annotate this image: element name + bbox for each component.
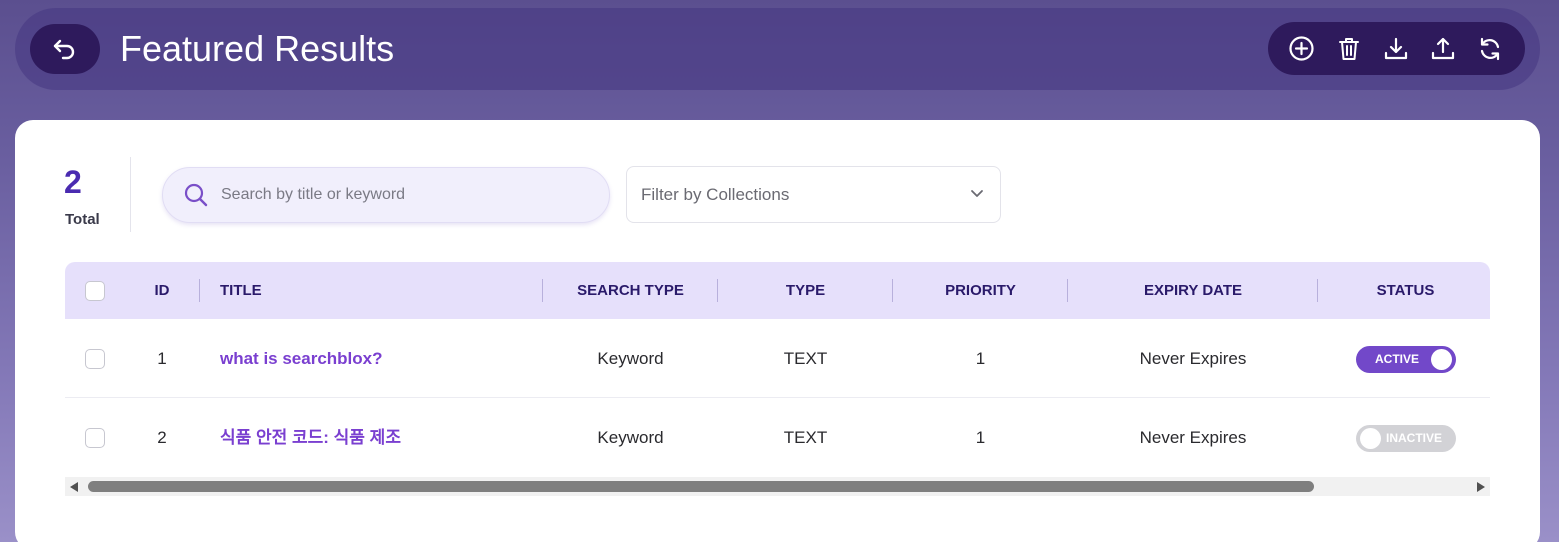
status-toggle-label: INACTIVE xyxy=(1386,431,1443,445)
table-row: 1 what is searchblox? Keyword TEXT 1 Nev… xyxy=(65,319,1490,398)
download-button[interactable] xyxy=(1382,35,1409,62)
delete-button[interactable] xyxy=(1335,35,1362,62)
column-header-search-type[interactable]: SEARCH TYPE xyxy=(543,262,718,319)
upload-button[interactable] xyxy=(1429,35,1456,62)
column-header-status[interactable]: STATUS xyxy=(1318,262,1493,319)
column-header-type[interactable]: TYPE xyxy=(718,262,893,319)
collection-filter-select[interactable]: Filter by Collections xyxy=(626,166,1001,223)
filter-placeholder: Filter by Collections xyxy=(641,184,790,204)
chevron-down-icon xyxy=(971,190,983,197)
row-expiry-date: Never Expires xyxy=(1139,428,1247,447)
horizontal-scrollbar[interactable] xyxy=(65,477,1490,496)
back-button[interactable] xyxy=(30,24,100,74)
table-header: ID TITLE SEARCH TYPE TYPE PRIORITY EXPIR… xyxy=(65,262,1490,319)
search-input[interactable] xyxy=(221,186,581,204)
row-search-type: Keyword xyxy=(597,428,664,447)
back-arrow-icon xyxy=(53,39,75,60)
scrollbar-thumb[interactable] xyxy=(88,481,1314,492)
trash-icon xyxy=(1338,37,1359,60)
table-row: 2 식품 안전 코드: 식품 제조 Keyword TEXT 1 Never E… xyxy=(65,398,1490,477)
column-header-expiry-date[interactable]: EXPIRY DATE xyxy=(1068,262,1318,319)
add-circle-icon xyxy=(1289,36,1314,61)
status-toggle[interactable]: ACTIVE xyxy=(1356,346,1456,373)
column-header-id[interactable]: ID xyxy=(135,262,189,319)
search-box xyxy=(162,167,610,223)
column-separator xyxy=(199,279,200,302)
search-icon xyxy=(184,183,208,207)
download-icon xyxy=(1384,37,1407,59)
status-toggle[interactable]: INACTIVE xyxy=(1356,425,1456,452)
row-type: TEXT xyxy=(783,349,828,368)
select-all-checkbox[interactable] xyxy=(85,281,105,301)
row-title-link[interactable]: 식품 안전 코드: 식품 제조 xyxy=(220,398,540,477)
row-title-link[interactable]: what is searchblox? xyxy=(220,319,540,398)
total-count: 2 xyxy=(64,164,82,200)
toggle-knob xyxy=(1360,428,1381,449)
row-search-type: Keyword xyxy=(597,349,664,368)
row-type: TEXT xyxy=(783,428,828,447)
add-button[interactable] xyxy=(1288,35,1315,62)
row-expiry-date: Never Expires xyxy=(1139,349,1247,368)
refresh-button[interactable] xyxy=(1476,35,1503,62)
toggle-knob xyxy=(1431,349,1452,370)
scroll-right-icon[interactable] xyxy=(1476,482,1485,492)
total-label: Total xyxy=(65,211,100,228)
row-checkbox[interactable] xyxy=(85,428,105,448)
refresh-icon xyxy=(1480,37,1499,60)
row-priority: 1 xyxy=(975,349,986,368)
column-header-priority[interactable]: PRIORITY xyxy=(893,262,1068,319)
column-header-title[interactable]: TITLE xyxy=(220,262,420,319)
status-toggle-label: ACTIVE xyxy=(1375,352,1420,366)
row-priority: 1 xyxy=(975,428,986,447)
toolbar xyxy=(1268,22,1525,75)
divider xyxy=(130,157,131,232)
row-id: 1 xyxy=(157,349,167,368)
upload-icon xyxy=(1431,37,1454,59)
page-title: Featured Results xyxy=(120,28,395,69)
row-id: 2 xyxy=(157,428,167,447)
scroll-left-icon[interactable] xyxy=(70,482,79,492)
row-checkbox[interactable] xyxy=(85,349,105,369)
